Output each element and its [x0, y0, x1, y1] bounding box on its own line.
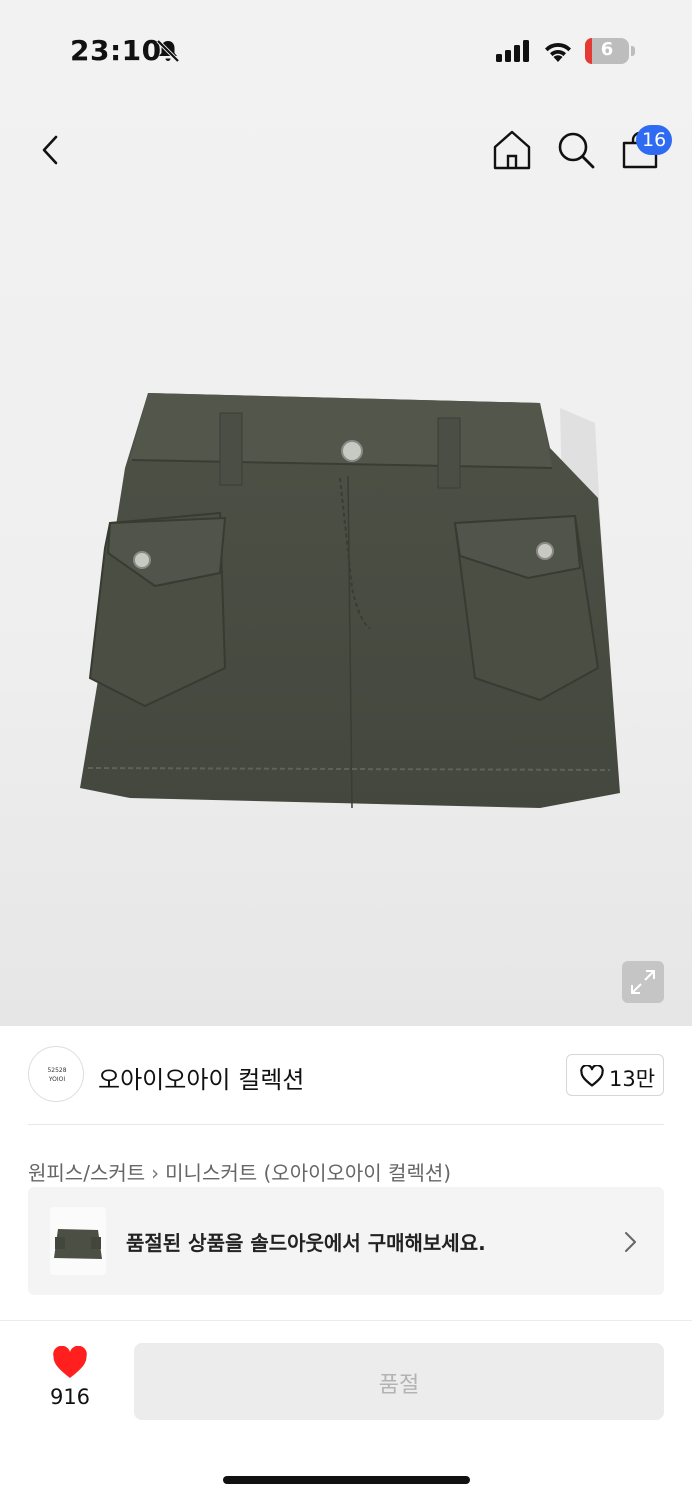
breadcrumb-subcategory[interactable]: 미니스커트 (오아이오아이 컬렉션)	[165, 1161, 451, 1185]
search-icon[interactable]	[554, 128, 598, 172]
wifi-icon	[542, 38, 574, 66]
cart-count-badge: 16	[636, 125, 673, 155]
soldout-banner[interactable]: 품절된 상품을 솔드아웃에서 구매해보세요.	[28, 1187, 664, 1295]
battery-icon: 6	[585, 38, 629, 64]
product-image	[80, 393, 620, 809]
brand-row: 52528 YOIOI 오아이오아이 컬렉션 13만	[0, 1026, 692, 1126]
home-indicator	[223, 1476, 470, 1484]
home-icon[interactable]	[490, 128, 534, 172]
divider	[28, 1124, 664, 1125]
brand-logo-line2: YOIOI	[48, 1076, 66, 1083]
chevron-right-icon: ›	[151, 1161, 160, 1185]
brand-name[interactable]: 오아이오아이 컬렉션	[98, 1060, 304, 1095]
breadcrumb: 원피스/스커트 › 미니스커트 (오아이오아이 컬렉션)	[28, 1157, 451, 1186]
breadcrumb-category[interactable]: 원피스/스커트	[28, 1161, 145, 1185]
chevron-right-icon	[625, 1232, 636, 1252]
soldout-product-thumbnail	[50, 1207, 106, 1275]
back-chevron-icon[interactable]	[30, 128, 74, 172]
status-time: 23:10	[70, 34, 162, 67]
brand-logo-line1: 52528	[47, 1067, 67, 1074]
heart-filled-icon[interactable]	[52, 1346, 88, 1380]
soldout-button-label: 품절	[378, 1372, 420, 1397]
battery-percentage: 6	[600, 39, 614, 60]
battery-tip	[631, 46, 635, 56]
product-image-area[interactable]: 23:10 6 16	[0, 0, 692, 1026]
soldout-button[interactable]: 품절	[134, 1343, 664, 1420]
soldout-banner-message: 품절된 상품을 솔드아웃에서 구매해보세요.	[126, 1231, 486, 1255]
expand-arrows-icon	[631, 970, 655, 994]
brand-like-count: 13만	[609, 1067, 656, 1091]
bell-slash-icon	[155, 38, 181, 68]
status-bar: 23:10 6	[0, 0, 692, 100]
bottom-action-bar: 916 품절	[0, 1320, 692, 1500]
cellular-signal-icon	[496, 40, 532, 66]
brand-like-button[interactable]: 13만	[566, 1054, 664, 1096]
heart-outline-icon	[580, 1065, 604, 1087]
brand-logo[interactable]: 52528 YOIOI	[28, 1046, 84, 1102]
expand-image-button[interactable]	[622, 961, 664, 1003]
favorite-count: 916	[49, 1385, 91, 1409]
